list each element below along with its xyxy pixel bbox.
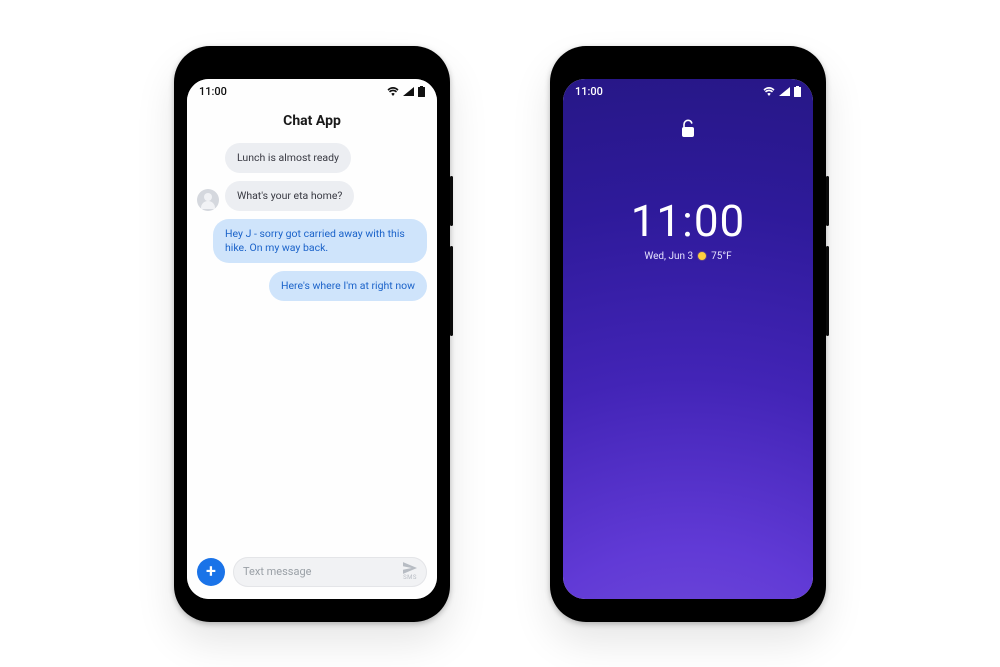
send-icon bbox=[403, 562, 417, 574]
message-row: Here's where I'm at right now bbox=[197, 271, 427, 301]
send-label: SMS bbox=[403, 575, 417, 581]
add-attachment-button[interactable]: + bbox=[197, 558, 225, 586]
chat-screen: 11:00 Chat App Lunch is almost ready bbox=[187, 79, 437, 599]
message-bubble-out[interactable]: Hey J - sorry got carried away with this… bbox=[213, 219, 427, 263]
volume-button[interactable] bbox=[826, 246, 829, 336]
avatar-icon[interactable] bbox=[197, 189, 219, 211]
lock-date: Wed, Jun 3 bbox=[644, 251, 693, 262]
chat-thread[interactable]: Lunch is almost ready What's your eta ho… bbox=[187, 143, 437, 547]
phone-chat: 11:00 Chat App Lunch is almost ready bbox=[174, 46, 450, 622]
statusbar-right bbox=[763, 86, 801, 97]
power-button[interactable] bbox=[826, 176, 829, 226]
compose-field[interactable]: Text message SMS bbox=[233, 557, 427, 587]
lock-temperature: 75°F bbox=[711, 251, 732, 262]
statusbar-right bbox=[387, 86, 425, 97]
message-row: What's your eta home? bbox=[197, 181, 427, 211]
statusbar-lock: 11:00 bbox=[563, 79, 813, 105]
compose-placeholder: Text message bbox=[243, 565, 311, 578]
message-row: Lunch is almost ready bbox=[197, 143, 427, 173]
lock-dateline: Wed, Jun 3 75°F bbox=[563, 251, 813, 262]
lock-surface: 11:00 11:00 bbox=[563, 79, 813, 599]
message-bubble-in[interactable]: Lunch is almost ready bbox=[225, 143, 351, 173]
power-button[interactable] bbox=[450, 176, 453, 226]
phone-bezel: 11:00 11:00 bbox=[553, 49, 823, 619]
battery-icon bbox=[794, 86, 801, 97]
stage: 11:00 Chat App Lunch is almost ready bbox=[0, 0, 1000, 667]
composer: + Text message SMS bbox=[187, 547, 437, 599]
chat-app: 11:00 Chat App Lunch is almost ready bbox=[187, 79, 437, 599]
message-bubble-in[interactable]: What's your eta home? bbox=[225, 181, 354, 211]
sun-icon bbox=[698, 252, 706, 260]
statusbar-time: 11:00 bbox=[199, 85, 227, 98]
volume-button[interactable] bbox=[450, 246, 453, 336]
unlock-icon[interactable] bbox=[563, 119, 813, 139]
message-bubble-out[interactable]: Here's where I'm at right now bbox=[269, 271, 427, 301]
lock-clock: 11:00 bbox=[563, 195, 813, 247]
signal-icon bbox=[403, 87, 414, 96]
battery-icon bbox=[418, 86, 425, 97]
signal-icon bbox=[779, 87, 790, 96]
message-row: Hey J - sorry got carried away with this… bbox=[197, 219, 427, 263]
statusbar-time: 11:00 bbox=[575, 85, 603, 98]
send-button[interactable]: SMS bbox=[403, 562, 417, 581]
lock-screen[interactable]: 11:00 11:00 bbox=[563, 79, 813, 599]
phone-lockscreen: 11:00 11:00 bbox=[550, 46, 826, 622]
plus-icon: + bbox=[206, 563, 216, 581]
wifi-icon bbox=[387, 87, 399, 96]
statusbar-chat: 11:00 bbox=[187, 79, 437, 105]
phone-bezel: 11:00 Chat App Lunch is almost ready bbox=[177, 49, 447, 619]
chat-title: Chat App bbox=[187, 113, 437, 129]
wifi-icon bbox=[763, 87, 775, 96]
